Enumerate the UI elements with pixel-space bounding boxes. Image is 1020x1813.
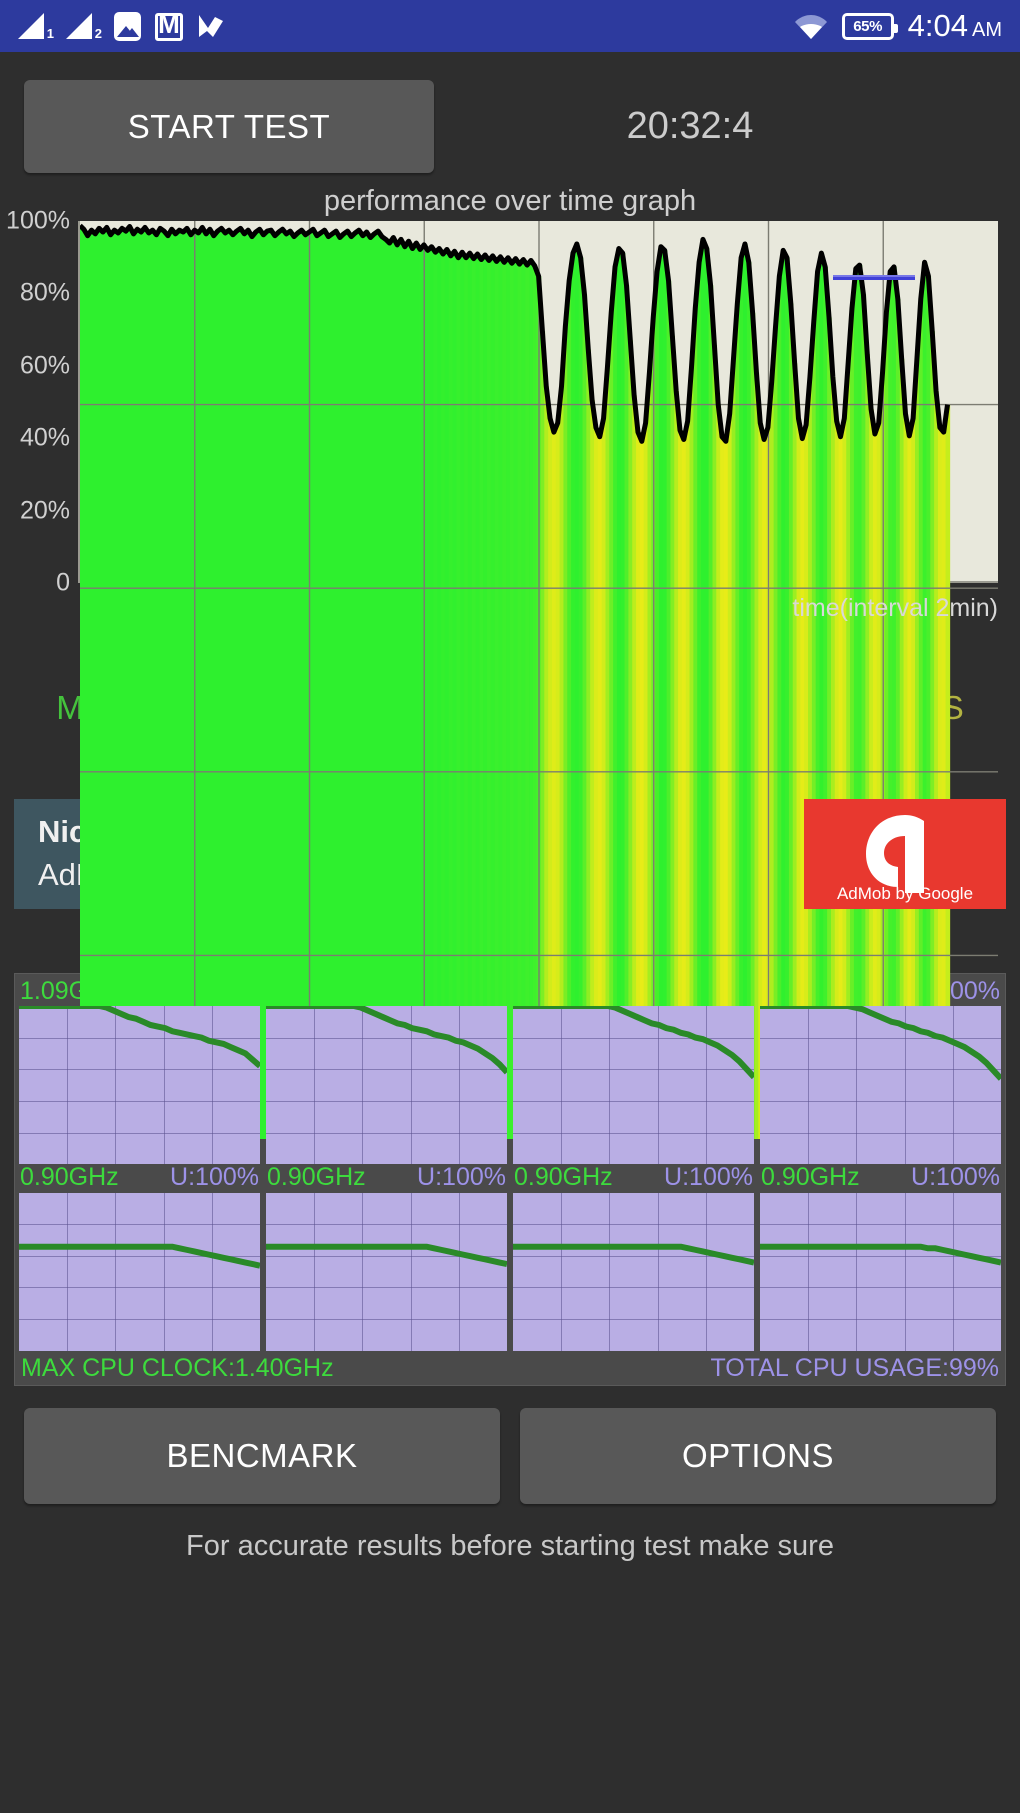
chart-x-axis-label: time(interval 2min) xyxy=(792,594,998,622)
chart-y-tick: 100% xyxy=(6,206,70,235)
battery-icon: 65% xyxy=(841,12,898,40)
status-bar-right-icons: 65% 4:04 AM xyxy=(794,8,1002,44)
cpu-core-frequency: 0.90GHz xyxy=(267,1163,366,1192)
cpu-core: 0.90GHz U:100% xyxy=(760,1163,1001,1351)
chart-series xyxy=(80,221,998,1139)
footnote-text: For accurate results before starting tes… xyxy=(186,1529,834,1562)
cpu-core-graph xyxy=(513,1192,754,1351)
admob-logo-caption: AdMob by Google xyxy=(836,884,974,903)
cpu-core-graph xyxy=(266,1006,507,1165)
cpu-core-graph xyxy=(513,1006,754,1165)
cpu-core-series xyxy=(513,1193,754,1351)
cpu-core-header: 0.90GHz U:100% xyxy=(513,1163,754,1192)
admob-logo: AdMob by Google xyxy=(804,799,1006,909)
cpu-core-header: 0.90GHz U:100% xyxy=(760,1163,1001,1192)
admob-logo-icon xyxy=(866,815,924,893)
chart-y-axis: 100% 80% 60% 40% 20% 0 xyxy=(0,207,74,597)
cpu-core: 0.90GHz U:100% xyxy=(513,1163,754,1351)
cpu-core-graph xyxy=(760,1006,1001,1165)
bottom-button-bar: BENCMARK OPTIONS xyxy=(0,1386,1020,1504)
cpu-core-usage: U:100% xyxy=(170,1163,259,1192)
top-toolbar: START TEST 20:32:4 xyxy=(0,52,1020,173)
cpu-core: 1.09GHzU:100% xyxy=(266,978,507,1165)
cpu-core-series xyxy=(266,1193,507,1351)
cpu-core: 0.90GHz U:100% xyxy=(19,1163,260,1351)
elapsed-timer: 20:32:4 xyxy=(626,105,754,147)
chart-y-tick: 60% xyxy=(19,351,70,380)
cpu-core-graph xyxy=(19,1006,260,1165)
cpu-core: 1.09GHzU:99% xyxy=(19,978,260,1165)
photo-icon xyxy=(114,12,141,41)
chart-plot-area xyxy=(78,221,998,1139)
chart-y-tick: 20% xyxy=(19,496,70,525)
wifi-icon xyxy=(794,11,828,41)
options-button[interactable]: OPTIONS xyxy=(520,1407,996,1504)
chart-title: performance over time graph xyxy=(323,185,697,217)
gmail-icon xyxy=(155,13,183,41)
total-cpu-usage-label: TOTAL CPU USAGE:99% xyxy=(710,1353,999,1382)
cpu-core-header: 0.90GHz U:100% xyxy=(19,1163,260,1192)
cpu-core-series xyxy=(19,1193,260,1351)
cpu-core-row: 0.90GHz U:100% 0.90GHz U:100% 0.90GHz U:100% 0… xyxy=(19,1163,1001,1351)
cpu-core-frequency: 0.90GHz xyxy=(20,1163,119,1192)
max-cpu-clock-label: MAX CPU CLOCK:1.40GHz xyxy=(21,1353,334,1382)
benchmark-button[interactable]: BENCMARK xyxy=(24,1407,500,1504)
chart-y-tick: 80% xyxy=(19,278,70,307)
chart-y-tick: 0 xyxy=(56,568,70,597)
cpu-core: 1.09GHzU:100% xyxy=(513,978,754,1165)
cpu-core-series xyxy=(760,1193,1001,1351)
status-bar-left-icons: 1 2 xyxy=(18,11,225,41)
status-bar: 1 2 65% 4:04AM xyxy=(0,0,1020,52)
cpu-core-series xyxy=(760,1006,1001,1164)
cpu-core-graph xyxy=(266,1192,507,1351)
cpu-core-usage: U:100% xyxy=(911,1163,1000,1192)
clock: 4:04 AM xyxy=(907,8,1002,43)
cpu-core-frequency: 0.90GHz xyxy=(514,1163,613,1192)
cpu-core-usage: U:100% xyxy=(417,1163,506,1192)
cpu-core-usage: U:100% xyxy=(664,1163,753,1192)
throttle-marker-line xyxy=(832,275,916,280)
cpu-core-graph xyxy=(19,1192,260,1351)
cpu-core-frequency: 0.90GHz xyxy=(761,1163,860,1192)
checkmark-icon xyxy=(197,11,225,41)
cpu-core-series xyxy=(19,1006,260,1164)
cpu-core: 0.90GHz U:100% xyxy=(266,1163,507,1351)
cpu-core-series xyxy=(513,1006,754,1164)
signal-sim2-icon: 2 xyxy=(66,11,102,41)
cpu-core-header: 0.90GHz U:100% xyxy=(266,1163,507,1192)
start-test-button[interactable]: START TEST xyxy=(24,80,434,173)
signal-sim1-icon: 1 xyxy=(18,11,54,41)
cpu-core-series xyxy=(266,1006,507,1164)
cpu-core-graph xyxy=(760,1192,1001,1351)
performance-chart: performance over time graph 100% 80% 60% 40… xyxy=(0,185,1020,1139)
cpu-core: 1.09GHzU:100% xyxy=(760,978,1001,1165)
chart-y-tick: 40% xyxy=(19,423,70,452)
cpu-monitor-footer: MAX CPU CLOCK:1.40GHz TOTAL CPU USAGE:99… xyxy=(19,1351,1001,1385)
